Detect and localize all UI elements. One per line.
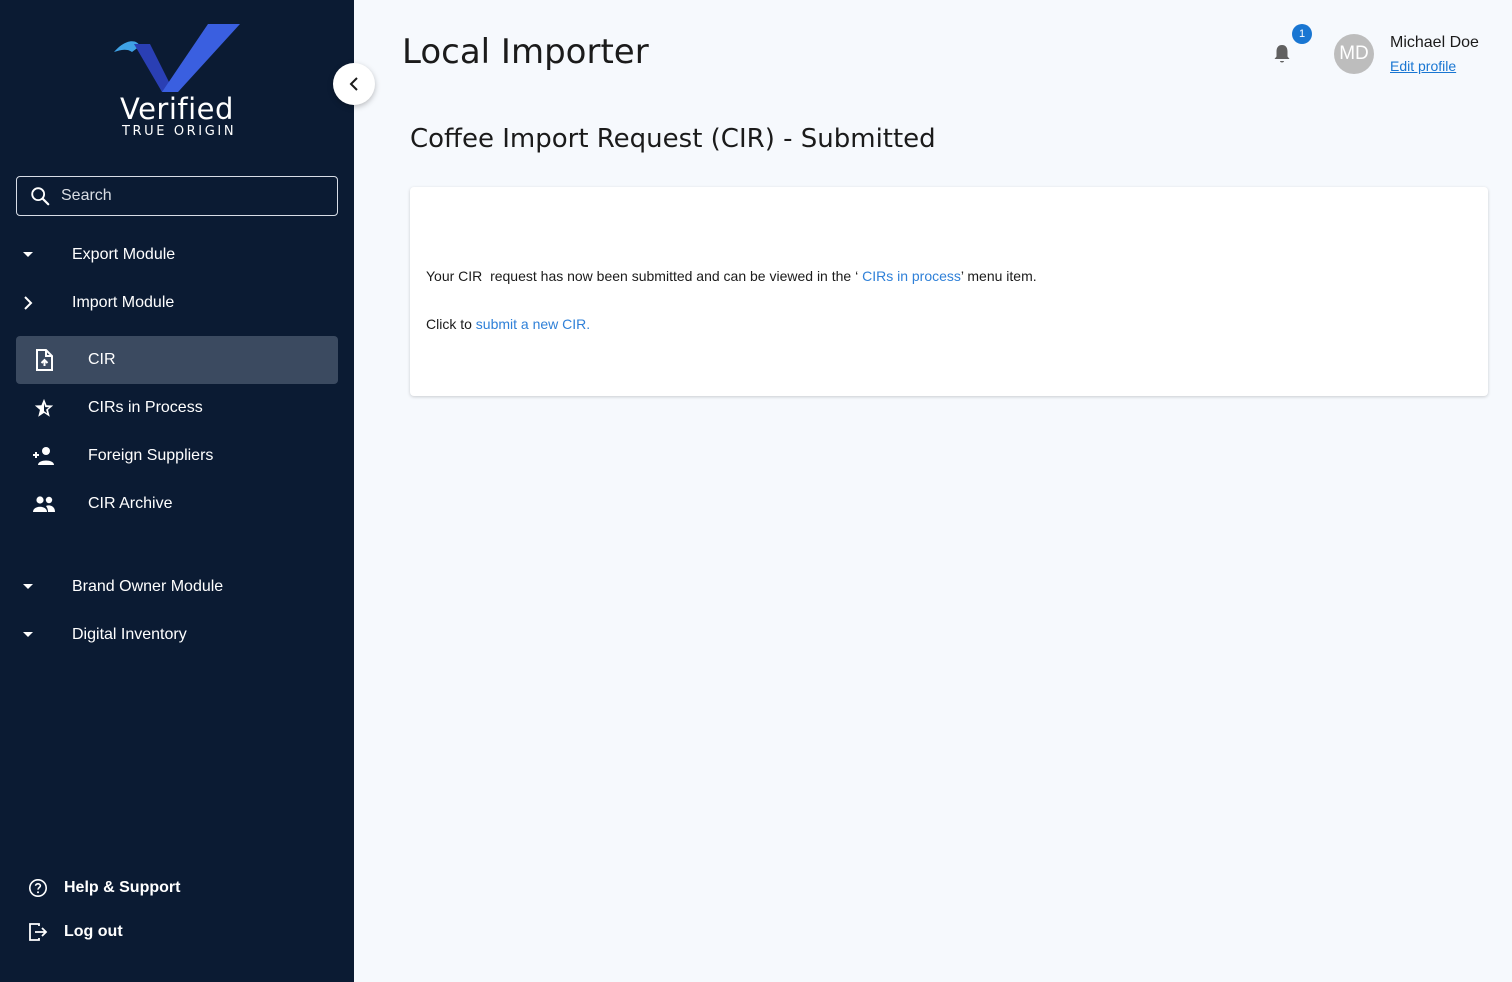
- notification-badge: 1: [1292, 24, 1312, 44]
- logout-label: Log out: [64, 923, 123, 940]
- search-box[interactable]: [16, 176, 338, 216]
- chevron-left-icon: [349, 77, 358, 91]
- sidebar-module-label: Export Module: [72, 246, 176, 263]
- sidebar-item-cir-archive[interactable]: CIR Archive: [16, 480, 338, 528]
- sidebar-module-label: Digital Inventory: [72, 626, 187, 643]
- brand-tagline: TRUE ORIGIN: [122, 124, 237, 139]
- sidebar-item-foreign-suppliers[interactable]: Foreign Suppliers: [16, 432, 338, 480]
- search-icon: [31, 187, 50, 206]
- sidebar-item-label: CIRs in Process: [88, 399, 203, 416]
- sidebar-module-brand-owner[interactable]: Brand Owner Module: [16, 567, 338, 607]
- sidebar-item-label: Foreign Suppliers: [88, 447, 214, 464]
- message-text: Click to: [426, 316, 476, 332]
- section-title: Coffee Import Request (CIR) - Submitted: [410, 124, 936, 154]
- sidebar-module-import[interactable]: Import Module: [16, 283, 338, 323]
- sidebar-item-label: CIR: [88, 351, 116, 368]
- message-text: ’ menu item.: [960, 268, 1037, 284]
- search-input[interactable]: [61, 187, 321, 205]
- caret-down-icon: [16, 251, 40, 259]
- help-circle-icon: [29, 879, 47, 897]
- sidebar-item-cirs-in-process[interactable]: CIRs in Process: [16, 384, 338, 432]
- sidebar: Verified TRUE ORIGIN Export Module Impor…: [0, 0, 354, 982]
- submit-new-cir-link[interactable]: submit a new CIR.: [476, 316, 590, 332]
- bell-icon: [1274, 45, 1290, 63]
- group-icon: [32, 495, 56, 513]
- new-cir-message: Click to submit a new CIR.: [426, 316, 590, 332]
- star-icon: [32, 397, 56, 419]
- help-support-label: Help & Support: [64, 879, 181, 896]
- user-name: Michael Doe: [1390, 34, 1479, 51]
- submission-message: Your CIR request has now been submitted …: [426, 268, 1037, 284]
- sidebar-module-export[interactable]: Export Module: [16, 235, 338, 275]
- file-upload-icon: [32, 349, 56, 371]
- logout-link[interactable]: Log out: [28, 918, 123, 946]
- avatar[interactable]: MD: [1334, 34, 1374, 74]
- help-support-link[interactable]: Help & Support: [28, 874, 180, 902]
- chevron-right-icon: [16, 296, 40, 310]
- brand-logo[interactable]: Verified TRUE ORIGIN: [110, 22, 250, 142]
- logout-icon: [29, 923, 48, 941]
- sidebar-module-label: Brand Owner Module: [72, 578, 224, 595]
- collapse-sidebar-button[interactable]: [333, 63, 375, 105]
- sidebar-item-cir[interactable]: CIR: [16, 336, 338, 384]
- page-title: Local Importer: [402, 32, 649, 72]
- sidebar-item-label: CIR Archive: [88, 495, 173, 512]
- cirs-in-process-link[interactable]: CIRs in process: [862, 268, 961, 284]
- caret-down-icon: [16, 583, 40, 591]
- notifications-button[interactable]: [1270, 42, 1294, 66]
- message-text: Your CIR request has now been submitted …: [426, 268, 863, 284]
- checkmark-logo-icon: [114, 24, 240, 92]
- confirmation-card: Your CIR request has now been submitted …: [410, 187, 1488, 396]
- sidebar-module-label: Import Module: [72, 294, 175, 311]
- brand-name: Verified: [120, 92, 234, 126]
- edit-profile-link[interactable]: Edit profile: [1390, 58, 1456, 74]
- sidebar-module-digital-inventory[interactable]: Digital Inventory: [16, 615, 338, 655]
- add-person-icon: [32, 446, 56, 466]
- caret-down-icon: [16, 631, 40, 639]
